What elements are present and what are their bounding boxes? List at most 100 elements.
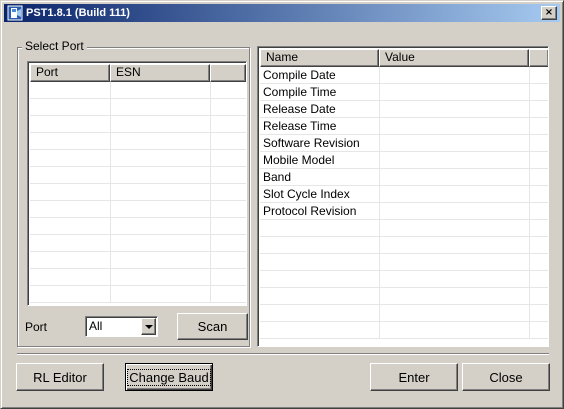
grid-line	[529, 254, 530, 270]
title-bar[interactable]: PST1.8.1 (Build 111) ×	[4, 4, 560, 22]
port-filter-select[interactable]: All	[85, 316, 158, 337]
device-info-name: Release Date	[263, 102, 336, 116]
device-info-row[interactable]	[260, 237, 548, 254]
port-list-row[interactable]	[30, 269, 246, 286]
close-button[interactable]: Close	[462, 363, 550, 391]
port-list-row[interactable]	[30, 252, 246, 269]
grid-line	[529, 152, 530, 168]
device-info-row[interactable]: Slot Cycle Index	[260, 186, 548, 203]
grid-line	[110, 167, 111, 183]
grid-line	[529, 67, 530, 83]
device-info-list[interactable]: Name Value Compile Date Compile Time Relea…	[257, 46, 549, 347]
grid-line	[529, 305, 530, 321]
grid-line	[110, 269, 111, 285]
enter-button[interactable]: Enter	[370, 363, 458, 391]
window-title: PST1.8.1 (Build 111)	[26, 7, 130, 19]
grid-line	[110, 235, 111, 251]
empty-column-header	[529, 49, 548, 67]
app-phone-icon	[7, 5, 23, 21]
change-baud-button[interactable]: Change Baud	[125, 363, 213, 391]
close-button-label: Close	[489, 369, 523, 385]
grid-line	[529, 288, 530, 304]
grid-line	[529, 186, 530, 202]
grid-line	[110, 286, 111, 302]
grid-line	[110, 99, 111, 115]
port-list-row[interactable]	[30, 218, 246, 235]
grid-line	[379, 203, 380, 219]
grid-line	[110, 252, 111, 268]
device-info-row[interactable]: Protocol Revision	[260, 203, 548, 220]
empty-column-header	[210, 64, 246, 82]
grid-line	[379, 169, 380, 185]
port-filter-value: All	[89, 319, 103, 333]
grid-line	[210, 99, 211, 115]
grid-line	[379, 220, 380, 236]
close-icon: ×	[544, 7, 554, 18]
port-list-row[interactable]	[30, 116, 246, 133]
enter-button-label: Enter	[398, 369, 430, 385]
grid-line	[210, 133, 211, 149]
device-info-row[interactable]	[260, 322, 548, 339]
grid-line	[379, 135, 380, 151]
grid-line	[210, 286, 211, 302]
grid-line	[379, 84, 380, 100]
scan-button[interactable]: Scan	[177, 313, 248, 340]
port-filter-dropdown-button[interactable]	[141, 318, 156, 335]
grid-line	[379, 101, 380, 117]
change-baud-button-label: Change Baud	[127, 368, 211, 386]
grid-line	[110, 116, 111, 132]
device-info-row[interactable]: Release Time	[260, 118, 548, 135]
port-list-row[interactable]	[30, 133, 246, 150]
grid-line	[379, 322, 380, 338]
grid-line	[529, 220, 530, 236]
grid-line	[110, 184, 111, 200]
grid-line	[110, 82, 111, 98]
device-info-name: Software Revision	[263, 136, 360, 150]
port-list-row[interactable]	[30, 82, 246, 99]
device-info-row[interactable]	[260, 220, 548, 237]
port-list-row[interactable]	[30, 201, 246, 218]
window-close-button[interactable]: ×	[541, 6, 557, 20]
port-filter-label: Port	[25, 320, 48, 334]
device-info-header: Name Value	[260, 49, 548, 67]
port-list-body	[30, 82, 246, 305]
port-list-row[interactable]	[30, 167, 246, 184]
device-info-name: Mobile Model	[263, 153, 335, 167]
scan-button-label: Scan	[197, 319, 228, 334]
device-info-row[interactable]: Compile Date	[260, 67, 548, 84]
device-info-row[interactable]	[260, 254, 548, 271]
port-list-row[interactable]	[30, 286, 246, 303]
device-info-body: Compile Date Compile Time Release Date Rele…	[260, 67, 548, 346]
rl-editor-button[interactable]: RL Editor	[16, 363, 104, 391]
device-info-row[interactable]: Release Date	[260, 101, 548, 118]
grid-line	[529, 237, 530, 253]
grid-line	[529, 84, 530, 100]
value-column-header[interactable]: Value	[379, 49, 529, 67]
port-list-row[interactable]	[30, 150, 246, 167]
port-list-row[interactable]	[30, 99, 246, 116]
device-info-row[interactable]: Mobile Model	[260, 152, 548, 169]
port-list-row[interactable]	[30, 184, 246, 201]
main-window: PST1.8.1 (Build 111) × Select Port Port …	[0, 0, 564, 409]
device-info-row[interactable]	[260, 288, 548, 305]
esn-column-header[interactable]: ESN	[110, 64, 210, 82]
device-info-row[interactable]	[260, 305, 548, 322]
grid-line	[529, 101, 530, 117]
grid-line	[529, 135, 530, 151]
port-list-row[interactable]	[30, 235, 246, 252]
grid-line	[379, 67, 380, 83]
grid-line	[529, 203, 530, 219]
port-list[interactable]: Port ESN	[27, 61, 247, 306]
device-info-name: Compile Time	[263, 85, 337, 99]
device-info-row[interactable]: Compile Time	[260, 84, 548, 101]
grid-line	[529, 322, 530, 338]
footer-separator	[17, 353, 549, 355]
device-info-row[interactable]: Software Revision	[260, 135, 548, 152]
port-column-header[interactable]: Port	[30, 64, 110, 82]
grid-line	[110, 133, 111, 149]
device-info-row[interactable]	[260, 271, 548, 288]
grid-line	[210, 167, 211, 183]
name-column-header[interactable]: Name	[260, 49, 379, 67]
device-info-row[interactable]: Band	[260, 169, 548, 186]
grid-line	[210, 116, 211, 132]
